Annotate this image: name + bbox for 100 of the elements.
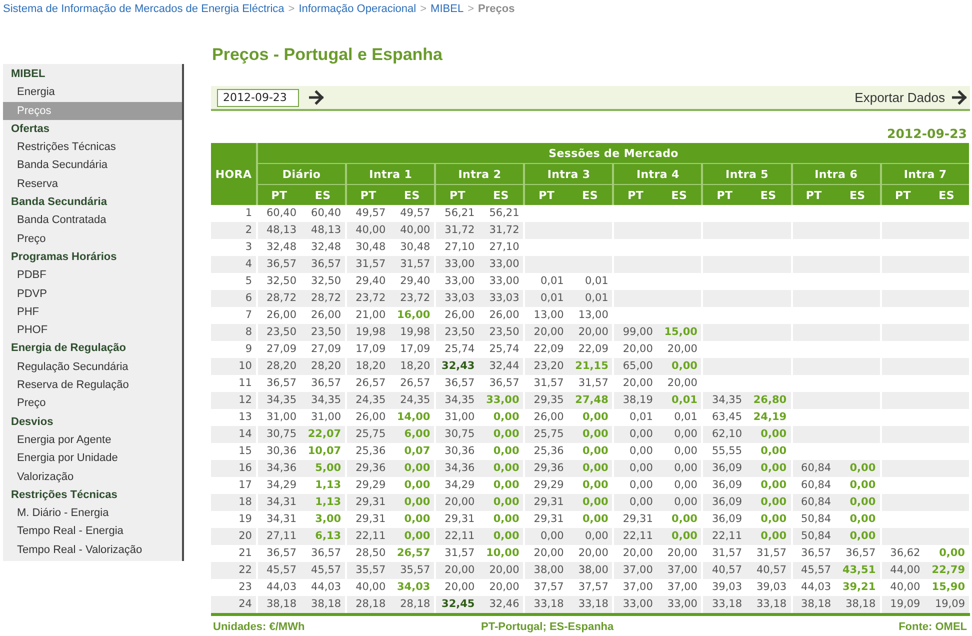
hour-cell-text: 14 [238,427,253,442]
price-cell-text: 33,00 [485,393,520,408]
sidebar-heading: Desvios [10,414,54,430]
price-cell-text: 1,13 [314,495,342,510]
breadcrumb-link[interactable]: Informação Operacional [298,2,416,14]
hour-cell-text: 15 [238,444,253,459]
price-cell-text: 22,79 [930,563,966,578]
breadcrumb-separator: > [468,2,474,14]
price-cell-text: 0,00 [760,512,788,527]
price-cell-text: 27,48 [574,393,610,408]
sidebar-item[interactable]: PHOF [3,321,182,340]
price-cell-text: 24,19 [752,410,788,425]
sidebar-item[interactable]: M. Diário - Energia [3,504,182,522]
price-cell-text: 0,00 [760,461,788,476]
sidebar-heading: Energia de Regulação [10,341,127,356]
price-cell-text: 0,00 [403,461,432,476]
breadcrumb-separator: > [420,2,427,14]
price-cell-text: 0,00 [670,529,698,544]
price-cell-text: 26,57 [399,376,432,391]
session-header: Intra 3 [523,164,612,185]
session-header: Intra 7 [880,164,969,185]
price-cell-text: 40,00 [399,223,432,238]
price-cell-text: 0,00 [584,529,610,544]
session-header: Intra 5 [701,164,791,185]
price-cell-text: 0,07 [403,444,432,459]
column-header: PT [523,185,568,205]
price-cell-text: 33,00 [666,597,698,612]
price-cell-text: 19,98 [399,325,432,340]
price-cell-text: 20,00 [488,563,520,578]
sidebar-item[interactable]: Reserva [3,174,182,194]
sidebar-item[interactable]: PHF [3,302,182,322]
sidebar-item[interactable]: Preço [3,230,182,248]
sidebar-item[interactable]: Tempo Real - Valorização [3,540,182,560]
date-field[interactable]: 2012-09-23 [217,88,299,106]
sidebar-heading: Programas Horários [10,250,118,265]
price-cell-text: 0,00 [581,444,610,459]
price-cell-text: 37,00 [666,580,698,595]
price-cell-text: 36,57 [844,546,877,561]
price-cell-text: 38,18 [310,597,342,612]
sidebar-item[interactable]: Tempo Real - Energia [3,522,182,541]
sidebar-item[interactable]: PDBF [3,266,182,285]
hour-cell-text: 22 [238,563,253,578]
price-cell-text: 23,50 [488,325,520,340]
price-cell-text: 0,00 [673,461,698,476]
hour-cell-text: 10 [238,359,253,374]
hour-cell-text: 8 [244,325,253,340]
price-cell-text: 0,00 [492,427,520,442]
column-header: ES [568,185,612,205]
price-cell-text: 34,03 [396,580,432,595]
price-cell-text: 23,50 [310,325,342,340]
column-header: ES [390,185,434,205]
price-cell-text: 0,00 [673,495,698,510]
sidebar-item[interactable]: Restrições Técnicas [3,138,182,156]
price-cell-text: 40,57 [756,563,788,578]
breadcrumb-link[interactable]: MIBEL [430,2,464,14]
hour-cell-text: 12 [238,393,253,408]
price-cell-text: 31,57 [577,376,610,391]
price-cell-text: 0,00 [403,478,432,493]
export-link[interactable]: Exportar Dados [854,90,968,105]
column-header: PT [256,185,301,205]
sidebar-item[interactable]: Preço [3,394,182,413]
sidebar-item[interactable]: Reserva de Regulação [3,376,182,394]
price-cell-text: 0,01 [670,393,698,408]
hour-cell-text: 4 [244,257,253,272]
price-cell-text: 0,00 [670,359,698,374]
breadcrumb-link[interactable]: Sistema de Informação de Mercados de Energia Eléctrica [3,2,284,14]
price-cell-text: 0,00 [403,495,432,510]
sidebar-heading: Banda Secundária [10,195,108,210]
price-cell-text: 36,57 [488,376,520,391]
arrow-right-icon [952,90,968,105]
sidebar-item[interactable]: Energia por Agente [3,430,182,450]
price-cell-text: 26,57 [396,546,432,561]
price-cell-text: 0,00 [581,410,610,425]
price-cell-text: 28,20 [310,359,342,374]
price-cell-text: 24,35 [399,393,432,408]
price-cell-text: 34,35 [310,393,342,408]
price-cell-text: 0,00 [492,410,520,425]
price-cell-text: 28,72 [310,291,342,306]
sidebar-item[interactable]: PDVP [3,284,182,303]
submit-button[interactable] [309,90,325,105]
price-cell-text: 49,57 [399,206,432,221]
hour-cell-text: 19 [238,512,253,527]
price-cell-text: 0,00 [581,461,610,476]
session-header: Intra 1 [345,164,434,185]
price-cell-text: 0,00 [581,427,610,442]
price-cell-text: 25,74 [488,342,520,357]
column-header: ES [835,185,880,205]
sidebar-item[interactable]: Valorização [3,468,182,486]
sidebar-item[interactable]: Banda Secundária [3,156,182,175]
price-cell-text: 20,00 [666,546,698,561]
price-cell-text: 0,00 [848,495,877,510]
sidebar-item[interactable]: Regulação Secundária [3,358,182,376]
price-cell-text: 30,48 [399,240,432,255]
sidebar-item[interactable]: Energia [3,83,182,102]
sidebar-item[interactable]: Banda Contratada [3,211,182,230]
price-cell-text: 39,21 [841,580,877,595]
price-cell-text: 23,72 [399,291,432,306]
sidebar-item[interactable]: Energia por Unidade [3,449,182,468]
price-cell-text: 10,00 [485,546,520,561]
price-cell-text: 37,00 [666,563,698,578]
